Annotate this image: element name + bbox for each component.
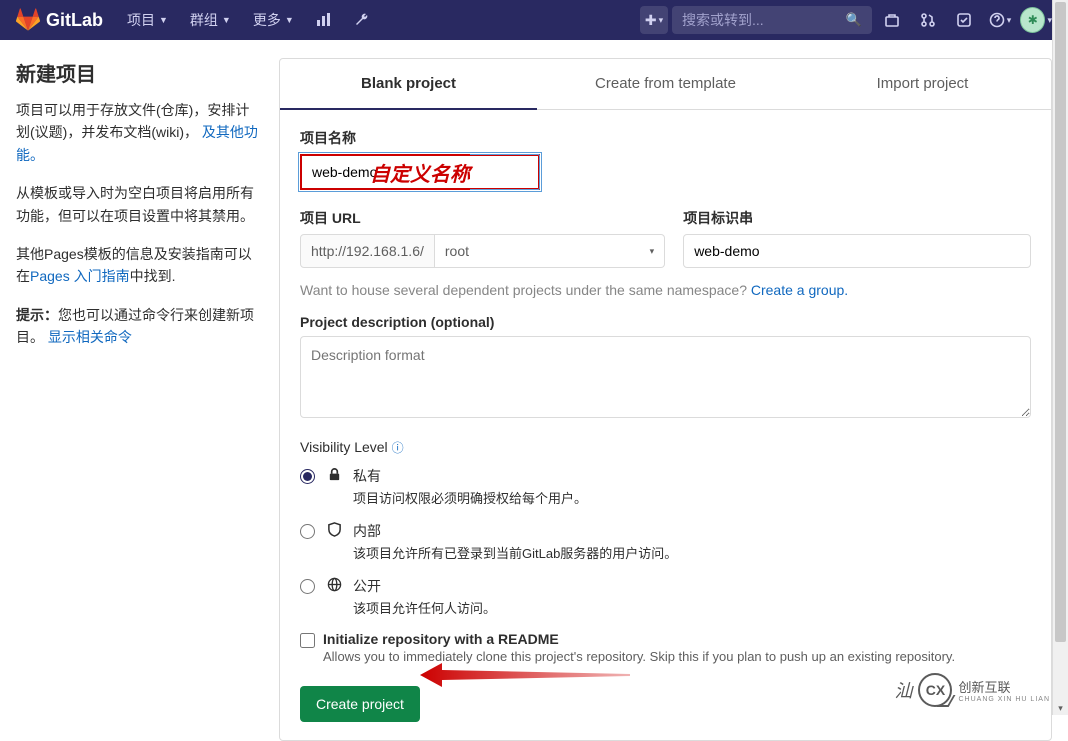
sidebar-p2: 从模板或导入时为空白项目将启用所有功能，但可以在项目设置中将其禁用。 [16,182,261,227]
page-title: 新建项目 [16,58,261,87]
todos-icon[interactable] [948,4,980,36]
name-label: 项目名称 [300,128,1031,148]
nav-items: 项目▼ 群组▼ 更多▼ [117,2,380,38]
help-icon[interactable]: ▾ [984,4,1016,36]
pages-guide-link[interactable]: Pages 入门指南 [30,268,130,284]
chevron-down-icon: ▼ [159,15,168,25]
visibility-label: Visibility Level ⓘ [300,439,1031,456]
desc-label: Project description (optional) [300,314,1031,330]
main-panel: Blank project Create from template Impor… [279,58,1052,741]
url-label: 项目 URL [300,208,665,228]
show-commands-link[interactable]: 显示相关命令 [48,329,132,345]
nav-activity-icon[interactable] [306,2,342,38]
search-icon: 🔍 [846,12,862,28]
scroll-down-icon[interactable]: ▾ [1053,703,1068,714]
visibility-internal[interactable]: 内部该项目允许所有已登录到当前GitLab服务器的用户访问。 [300,521,1031,562]
radio-internal[interactable] [300,524,315,539]
shield-icon [325,522,343,537]
nav-wrench-icon[interactable] [344,2,380,38]
radio-private[interactable] [300,469,315,484]
tanuki-icon [16,8,40,32]
tabs: Blank project Create from template Impor… [280,59,1051,110]
merge-requests-icon[interactable] [912,4,944,36]
url-prefix: http://192.168.1.6/ [300,234,435,268]
search-input[interactable] [682,12,846,28]
visibility-public[interactable]: 公开该项目允许任何人访问。 [300,576,1031,617]
new-button[interactable]: ✚▾ [640,6,668,34]
create-project-button[interactable]: Create project [300,686,420,722]
user-avatar[interactable]: ✱▾ [1020,4,1052,36]
scrollbar-thumb[interactable] [1055,2,1066,642]
issues-icon[interactable] [876,4,908,36]
readme-checkbox-row[interactable]: Initialize repository with a READMEAllow… [300,631,1031,664]
watermark: 汕 CX 创新互联CHUANG XIN HU LIAN [894,673,1050,707]
sidebar-p1: 项目可以用于存放文件(仓库)，安排计划(议题)，并发布文档(wiki)， 及其他… [16,99,261,166]
scrollbar[interactable]: ▴ ▾ [1052,0,1068,715]
radio-public[interactable] [300,579,315,594]
sidebar: 新建项目 项目可以用于存放文件(仓库)，安排计划(议题)，并发布文档(wiki)… [16,58,261,741]
search-box[interactable]: 🔍 [672,6,872,34]
lock-icon [325,467,343,482]
sidebar-p3: 其他Pages模板的信息及安装指南可以在Pages 入门指南中找到. [16,243,261,288]
input-focus-extension [470,154,540,190]
readme-checkbox[interactable] [300,633,315,648]
description-textarea[interactable] [300,336,1031,418]
help-icon[interactable]: ⓘ [392,441,404,455]
tab-import[interactable]: Import project [794,59,1051,109]
form: 项目名称 自定义名称 项目 URL http://192.168.1.6/ ro… [280,110,1051,740]
project-slug-input[interactable] [683,234,1031,268]
tab-blank[interactable]: Blank project [280,59,537,110]
topbar-right: ✚▾ 🔍 ▾ ✱▾ [640,4,1052,36]
slug-label: 项目标识串 [683,208,1031,228]
chevron-down-icon: ▼ [222,15,231,25]
globe-icon [325,577,343,592]
visibility-private[interactable]: 私有项目访问权限必须明确授权给每个用户。 [300,466,1031,507]
namespace-hint: Want to house several dependent projects… [300,282,1031,298]
nav-more[interactable]: 更多▼ [243,2,304,38]
gitlab-logo[interactable]: GitLab [16,8,103,32]
nav-projects[interactable]: 项目▼ [117,2,178,38]
sidebar-tip: 提示：您也可以通过命令行来创建新项目。 显示相关命令 [16,304,261,349]
brand-text: GitLab [46,10,103,31]
top-navbar: GitLab 项目▼ 群组▼ 更多▼ ✚▾ 🔍 ▾ ✱▾ [0,0,1068,40]
create-group-link[interactable]: Create a group. [751,282,848,298]
tab-template[interactable]: Create from template [537,59,794,109]
namespace-select[interactable]: root ▾ [435,234,665,268]
chevron-down-icon: ▾ [650,246,655,257]
chevron-down-icon: ▼ [285,15,294,25]
nav-groups[interactable]: 群组▼ [180,2,241,38]
